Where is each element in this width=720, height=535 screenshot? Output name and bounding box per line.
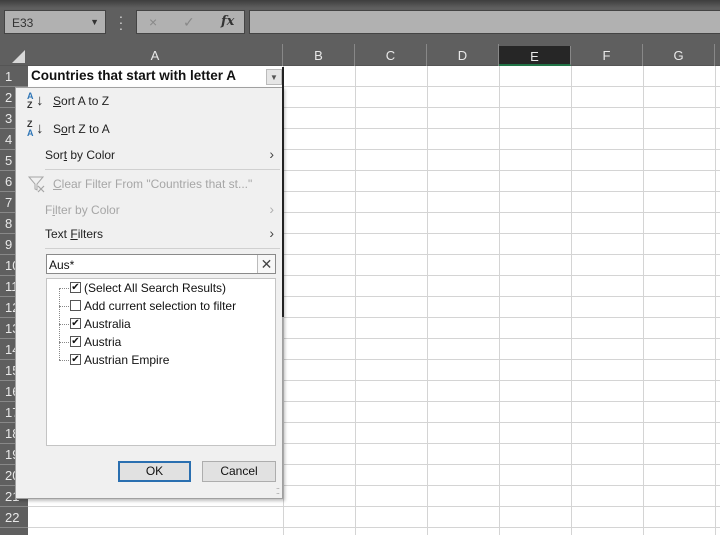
label-part: by Color bbox=[67, 148, 116, 162]
row-header-22[interactable]: 22 bbox=[0, 507, 28, 528]
filter-by-color-item[interactable]: Filter by Color › bbox=[16, 198, 282, 222]
tree-connector bbox=[59, 324, 69, 325]
clear-filter-icon bbox=[28, 176, 45, 193]
row-header-1[interactable]: 1 bbox=[0, 66, 28, 87]
cancel-button[interactable]: Cancel bbox=[202, 461, 276, 482]
sort-z-to-a-item[interactable]: Z A ↓ Sort Z to A bbox=[16, 117, 282, 141]
tree-connector bbox=[59, 306, 69, 307]
column-header-f[interactable]: F bbox=[571, 44, 643, 66]
label-part: S bbox=[53, 122, 62, 136]
list-item-label: Austria bbox=[84, 335, 122, 349]
column-headers: A B C D E F G bbox=[0, 44, 720, 66]
name-box-dropdown-icon[interactable]: ▼ bbox=[90, 17, 99, 27]
menu-separator bbox=[45, 248, 280, 249]
cancel-icon[interactable]: × bbox=[149, 14, 157, 30]
column-header-c[interactable]: C bbox=[355, 44, 427, 66]
label-accelerator: C bbox=[53, 177, 62, 191]
label-accelerator: o bbox=[61, 122, 68, 136]
column-header-a[interactable]: A bbox=[28, 44, 283, 66]
gridline bbox=[499, 66, 500, 535]
checkbox[interactable]: ✔ bbox=[70, 354, 81, 365]
list-item-label: (Select All Search Results) bbox=[84, 281, 227, 295]
resize-grip-icon[interactable]: ⁚⁚ bbox=[276, 487, 280, 496]
gridline bbox=[427, 66, 428, 535]
column-a-border bbox=[282, 67, 284, 317]
list-item-label: Austrian Empire bbox=[84, 353, 170, 367]
list-item-austrian-empire[interactable]: ✔ Austrian Empire bbox=[47, 351, 275, 369]
sort-descending-icon: Z A ↓ bbox=[27, 119, 44, 138]
column-header-b[interactable]: B bbox=[283, 44, 355, 66]
cell-a1[interactable]: Countries that start with letter A ▼ bbox=[28, 66, 283, 87]
checkbox[interactable]: ✔ bbox=[70, 282, 81, 293]
sort-a-to-z-item[interactable]: A Z ↓ Sort A to Z bbox=[16, 89, 282, 113]
label-part: Sor bbox=[45, 148, 64, 162]
column-header-d[interactable]: D bbox=[427, 44, 499, 66]
tree-connector bbox=[59, 360, 69, 361]
ribbon-edge bbox=[0, 0, 720, 8]
label-part: ilters bbox=[77, 227, 104, 241]
label-part: lear Filter From "Countries that st..." bbox=[61, 177, 253, 191]
gridline bbox=[571, 66, 572, 535]
select-all-corner[interactable] bbox=[0, 44, 28, 66]
submenu-arrow-icon: › bbox=[269, 201, 274, 217]
clear-search-icon[interactable]: ✕ bbox=[257, 255, 275, 273]
gridline bbox=[643, 66, 644, 535]
list-item-add-selection[interactable]: Add current selection to filter bbox=[47, 297, 275, 315]
checkbox[interactable]: ✔ bbox=[70, 336, 81, 347]
label-part: ort A to Z bbox=[61, 94, 110, 108]
enter-check-icon[interactable]: ✓ bbox=[183, 14, 195, 31]
search-value[interactable]: Aus* bbox=[49, 258, 74, 272]
sort-by-color-item[interactable]: Sort by Color › bbox=[16, 143, 282, 167]
name-box[interactable]: E33 ▼ bbox=[4, 10, 106, 34]
formula-bar-buttons: × ✓ fx bbox=[136, 10, 245, 34]
autofilter-menu: A Z ↓ Sort A to Z Z A ↓ Sort Z to A Sort by … bbox=[15, 67, 284, 499]
label-accelerator: S bbox=[53, 94, 62, 108]
formula-bar-resize-handle[interactable]: · · · bbox=[118, 9, 124, 35]
checkbox[interactable] bbox=[70, 300, 81, 311]
formula-bar: E33 ▼ · · · × ✓ fx bbox=[0, 0, 720, 44]
list-item-austria[interactable]: ✔ Austria bbox=[47, 333, 275, 351]
filter-search-input[interactable]: Aus* ✕ bbox=[46, 254, 276, 274]
select-all-triangle-icon bbox=[12, 50, 25, 63]
cell-a1-text: Countries that start with letter A bbox=[31, 68, 237, 83]
filter-values-list[interactable]: ✔ (Select All Search Results) Add curren… bbox=[46, 278, 276, 446]
insert-function-icon[interactable]: fx bbox=[221, 14, 234, 29]
list-item-australia[interactable]: ✔ Australia bbox=[47, 315, 275, 333]
tree-connector bbox=[59, 342, 69, 343]
label-part: lter by Color bbox=[55, 203, 120, 217]
label-part: rt Z to A bbox=[67, 122, 110, 136]
gridline bbox=[715, 66, 716, 535]
submenu-arrow-icon: › bbox=[269, 146, 274, 162]
list-item-label: Australia bbox=[84, 317, 131, 331]
text-filters-item[interactable]: Text Filters › bbox=[16, 222, 282, 246]
list-item-label: Add current selection to filter bbox=[84, 299, 237, 313]
column-header-h[interactable] bbox=[715, 44, 720, 66]
tree-connector bbox=[59, 288, 69, 289]
ok-button[interactable]: OK bbox=[118, 461, 191, 482]
list-item-select-all[interactable]: ✔ (Select All Search Results) bbox=[47, 279, 275, 297]
label-accelerator: F bbox=[70, 227, 78, 241]
formula-input[interactable] bbox=[249, 10, 720, 34]
name-box-value[interactable]: E33 bbox=[12, 16, 33, 30]
gridline bbox=[355, 66, 356, 535]
column-header-g[interactable]: G bbox=[643, 44, 715, 66]
menu-separator bbox=[45, 169, 280, 170]
label-part: Text bbox=[45, 227, 71, 241]
sort-ascending-icon: A Z ↓ bbox=[27, 91, 44, 110]
filter-dropdown-button[interactable]: ▼ bbox=[266, 69, 282, 85]
column-header-e[interactable]: E bbox=[499, 46, 571, 66]
clear-filter-item[interactable]: Clear Filter From "Countries that st..." bbox=[16, 172, 282, 196]
checkbox[interactable]: ✔ bbox=[70, 318, 81, 329]
submenu-arrow-icon: › bbox=[269, 225, 274, 241]
